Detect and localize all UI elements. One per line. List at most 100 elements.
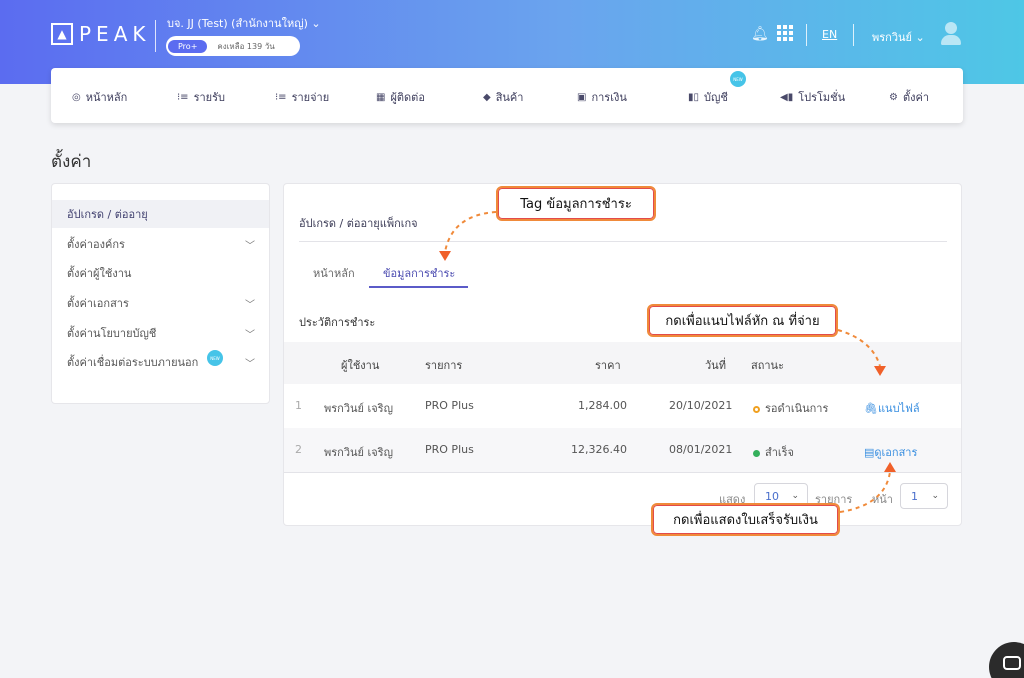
divider: [299, 241, 947, 242]
row-number: 2: [295, 443, 302, 456]
language-switch[interactable]: EN: [822, 28, 837, 41]
attach-file-link[interactable]: 🖇︎แนบไฟล์: [864, 399, 920, 417]
column-header: ผู้ใช้งาน: [341, 359, 380, 372]
nav-item-product[interactable]: ◆ สินค้า: [483, 88, 523, 106]
tab-main[interactable]: หน้าหลัก: [313, 264, 355, 282]
table-row: 2 พรกวินย์ เจริญ PRO Plus 12,326.40 08/0…: [284, 428, 961, 472]
success-dot-icon: [753, 449, 760, 457]
active-tab-indicator: [369, 286, 468, 288]
nav-item-contact[interactable]: ▦ ผู้ติดต่อ: [376, 88, 425, 106]
sidebar-item-upgrade[interactable]: อัปเกรด / ต่ออายุ: [52, 200, 269, 228]
user-name: พรกวินย์: [872, 31, 912, 44]
peak-logo[interactable]: ▲ PEAK: [51, 22, 151, 46]
nav-label: รายรับ: [193, 91, 225, 104]
page-title: ตั้งค่า: [51, 152, 92, 172]
nav-label: บัญชี: [704, 91, 728, 104]
column-header: ราคา: [595, 359, 621, 372]
callout-view-receipt: กดเพื่อแสดงใบเสร็จรับเงิน: [651, 503, 840, 536]
nav-label: รายจ่าย: [291, 91, 330, 104]
sidebar-item-label: ตั้งค่าผู้ใช้งาน: [67, 267, 132, 280]
divider: [806, 24, 807, 46]
contact-icon: ▦: [376, 91, 386, 103]
pager-page-label: หน้า: [872, 493, 893, 506]
logo-text: PEAK: [79, 22, 151, 46]
logo-mark-icon: ▲: [51, 23, 73, 45]
column-header: สถานะ: [751, 359, 784, 372]
sidebar-item-users[interactable]: ตั้งค่าผู้ใช้งาน: [52, 259, 269, 287]
sidebar-item-documents[interactable]: ตั้งค่าเอกสาร ﹀: [52, 289, 269, 317]
payment-history-title: ประวัติการชำระ: [299, 316, 376, 329]
nav-label: ตั้งค่า: [902, 91, 930, 104]
chat-icon: [1003, 656, 1021, 670]
page-select[interactable]: 1 ⌄: [900, 483, 948, 509]
row-date: 08/01/2021: [669, 443, 733, 456]
tab-payment-info[interactable]: ข้อมูลการชำระ: [383, 264, 455, 282]
main-nav: ◎ หน้าหลัก ⁝≡ รายรับ ⁝≡ รายจ่าย ▦ ผู้ติดต่อ …: [51, 68, 963, 123]
nav-item-income[interactable]: ⁝≡ รายรับ: [177, 88, 225, 106]
table-row: 1 พรกวินย์ เจริญ PRO Plus 1,284.00 20/10…: [284, 384, 961, 428]
pending-dot-icon: [753, 405, 760, 413]
main-panel: อัปเกรด / ต่ออายุแพ็กเกจ หน้าหลัก ข้อมูล…: [283, 183, 962, 526]
sidebar-item-label: ตั้งค่าองค์กร: [67, 238, 125, 251]
chevron-down-icon: ﹀: [245, 358, 255, 370]
nav-item-expense[interactable]: ⁝≡ รายจ่าย: [275, 88, 329, 106]
sidebar-item-label: อัปเกรด / ต่ออายุ: [67, 208, 148, 221]
per-page-value: 10: [765, 489, 779, 503]
section-title: อัปเกรด / ต่ออายุแพ็กเกจ: [299, 217, 418, 230]
nav-label: โปรโมชั่น: [798, 91, 846, 104]
product-icon: ◆: [483, 91, 491, 103]
sidebar-item-accounting-policy[interactable]: ตั้งค่านโยบายบัญชี ﹀: [52, 319, 269, 347]
settings-sidebar: อัปเกรด / ต่ออายุ ตั้งค่าองค์กร ﹀ ตั้งค่า…: [51, 183, 270, 404]
company-selector[interactable]: บจ. JJ (Test) (สำนักงานใหญ่) ⌄: [167, 14, 321, 32]
chevron-down-icon: ⌄: [791, 491, 799, 501]
chat-button[interactable]: [989, 642, 1024, 678]
paperclip-icon: 🖇︎: [864, 402, 878, 415]
apps-grid-icon[interactable]: [777, 25, 793, 41]
sidebar-item-organization[interactable]: ตั้งค่าองค์กร ﹀: [52, 230, 269, 258]
sidebar-item-label: ตั้งค่าเอกสาร: [67, 297, 129, 310]
callout-payment-tag: Tag ข้อมูลการชำระ: [496, 186, 656, 221]
avatar[interactable]: [940, 22, 962, 46]
column-header: วันที่: [705, 359, 726, 372]
book-icon: ▮▯: [688, 91, 700, 103]
money-icon: ▣: [577, 91, 587, 103]
divider: [284, 472, 961, 473]
callout-attach-file: กดเพื่อแนบไฟล์หัก ณ ที่จ่าย: [647, 304, 838, 337]
user-menu[interactable]: พรกวินย์ ⌄: [872, 28, 925, 46]
table-header: [284, 342, 961, 384]
nav-label: หน้าหลัก: [85, 91, 128, 104]
status-text: สำเร็จ: [765, 446, 795, 459]
chevron-down-icon: ⌄: [931, 491, 939, 501]
row-price: 1,284.00: [578, 399, 627, 412]
nav-item-accounting[interactable]: ▮▯ บัญชี: [688, 88, 728, 106]
page-value: 1: [911, 489, 918, 503]
row-number: 1: [295, 399, 302, 412]
nav-label: ผู้ติดต่อ: [390, 91, 425, 104]
income-icon: ⁝≡: [177, 91, 189, 103]
chevron-down-icon: ﹀: [245, 329, 255, 341]
sidebar-item-label: ตั้งค่านโยบายบัญชี: [67, 327, 157, 340]
new-badge: NEW: [730, 71, 746, 87]
bell-icon[interactable]: 🔔︎: [751, 26, 769, 42]
nav-label: สินค้า: [495, 91, 524, 104]
status-text: รอดำเนินการ: [765, 402, 829, 415]
link-label: ดูเอกสาร: [874, 446, 918, 459]
row-item: PRO Plus: [425, 399, 474, 412]
chevron-down-icon: ⌄: [311, 17, 321, 30]
nav-item-settings[interactable]: ⚙ ตั้งค่า: [889, 88, 929, 106]
days-left: คงเหลือ 139 วัน: [217, 41, 275, 51]
chevron-down-icon: ⌄: [915, 31, 925, 44]
nav-item-dashboard[interactable]: ◎ หน้าหลัก: [72, 88, 127, 106]
megaphone-icon: ◀▮: [780, 91, 794, 103]
nav-item-promotion[interactable]: ◀▮ โปรโมชั่น: [780, 88, 845, 106]
chevron-down-icon: ﹀: [245, 299, 255, 311]
row-price: 12,326.40: [571, 443, 627, 456]
row-user: พรกวินย์ เจริญ: [324, 402, 393, 415]
sidebar-item-label: ตั้งค่าเชื่อมต่อระบบภายนอก: [67, 356, 199, 369]
chevron-down-icon: ﹀: [245, 240, 255, 252]
row-date: 20/10/2021: [669, 399, 733, 412]
sidebar-item-integrations[interactable]: ตั้งค่าเชื่อมต่อระบบภายนอก ﹀: [52, 348, 269, 376]
nav-item-finance[interactable]: ▣ การเงิน: [577, 88, 627, 106]
view-document-link[interactable]: ▤ดูเอกสาร: [864, 443, 917, 461]
dashboard-icon: ◎: [72, 91, 81, 103]
